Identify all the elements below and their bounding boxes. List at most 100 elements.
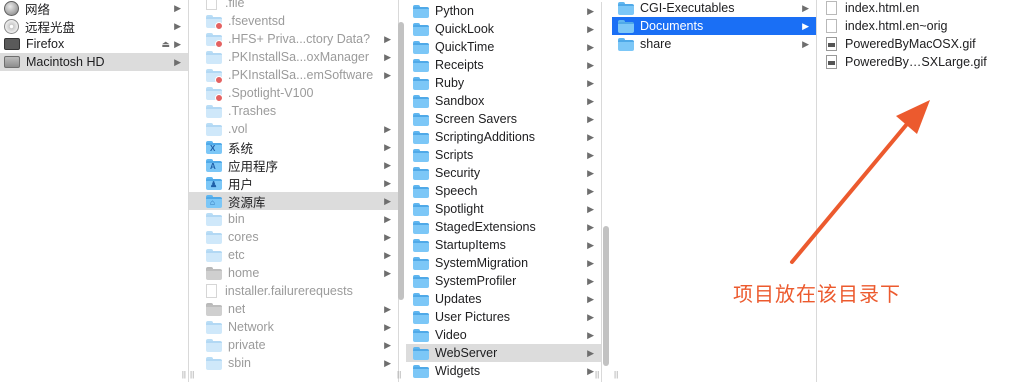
list-item-label: QuickTime xyxy=(435,40,495,54)
folder-icon xyxy=(413,58,429,72)
applications-folder-icon: A xyxy=(206,158,222,172)
folder-icon xyxy=(206,338,222,352)
sidebar-item-network[interactable]: 网络 ▶ xyxy=(0,0,188,17)
list-item-label: Ruby xyxy=(435,76,465,90)
list-item-label: installer.failurerequests xyxy=(225,284,353,298)
list-item-trashes[interactable]: .Trashes xyxy=(189,102,398,120)
chevron-right-icon: ▶ xyxy=(587,221,594,232)
list-item-label: cores xyxy=(228,230,259,244)
list-item-staged-extensions[interactable]: StagedExtensions ▶ xyxy=(406,218,601,236)
list-item-pkinstall-sandbox[interactable]: .PKInstallSa...oxManager ▶ xyxy=(189,48,398,66)
chevron-right-icon: ▶ xyxy=(384,141,391,152)
list-item-spotlight[interactable]: Spotlight ▶ xyxy=(406,200,601,218)
list-item-documents[interactable]: Documents ▶ xyxy=(612,17,816,35)
folder-icon xyxy=(413,184,429,198)
list-item-file[interactable]: .file xyxy=(189,0,398,12)
chevron-right-icon: ▶ xyxy=(174,2,181,13)
sidebar-item-label: 远程光盘 xyxy=(25,20,76,35)
list-item-system[interactable]: X 系统 ▶ xyxy=(189,138,398,156)
list-item-sandbox[interactable]: Sandbox ▶ xyxy=(406,92,601,110)
sidebar-item-remote-disc[interactable]: 远程光盘 ▶ xyxy=(0,17,188,35)
list-item-pkinstall-system[interactable]: .PKInstallSa...emSoftware ▶ xyxy=(189,66,398,84)
list-item-startup-items[interactable]: StartupItems ▶ xyxy=(406,236,601,254)
list-item-cores[interactable]: cores ▶ xyxy=(189,228,398,246)
list-item-etc[interactable]: etc ▶ xyxy=(189,246,398,264)
list-item-library[interactable]: ⌂ 资源库 ▶ xyxy=(189,192,398,210)
list-item-updates[interactable]: Updates ▶ xyxy=(406,290,601,308)
list-item-poweredby-large-gif[interactable]: PoweredBy…SXLarge.gif xyxy=(818,53,1009,71)
chevron-right-icon: ▶ xyxy=(587,185,594,196)
gif-file-icon xyxy=(826,55,837,69)
list-item-label: 用户 xyxy=(228,177,254,192)
list-item-private[interactable]: private ▶ xyxy=(189,336,398,354)
list-item-share[interactable]: share ▶ xyxy=(612,35,816,53)
list-item-spotlight[interactable]: .Spotlight-V100 xyxy=(189,84,398,102)
chevron-right-icon: ▶ xyxy=(802,2,809,13)
folder-icon xyxy=(413,202,429,216)
folder-icon xyxy=(413,292,429,306)
list-item-index-html-en-orig[interactable]: index.html.en~orig xyxy=(818,17,1009,35)
list-item-label: Security xyxy=(435,166,481,180)
chevron-right-icon: ▶ xyxy=(587,113,594,124)
list-item-index-html-en[interactable]: index.html.en xyxy=(818,0,1009,17)
library-column-scrollbar[interactable] xyxy=(603,226,609,366)
list-item-label: Documents xyxy=(640,19,704,33)
list-item-screen-savers[interactable]: Screen Savers ▶ xyxy=(406,110,601,128)
list-item-hfs-private[interactable]: .HFS+ Priva...ctory Data? ▶ xyxy=(189,30,398,48)
list-item-python[interactable]: Python ▶ xyxy=(406,2,601,20)
column-resize-handle[interactable]: || xyxy=(182,370,186,379)
list-item-ruby[interactable]: Ruby ▶ xyxy=(406,74,601,92)
list-item-installer-failurerequests[interactable]: installer.failurerequests xyxy=(189,282,398,300)
hard-drive-icon xyxy=(4,56,20,68)
list-item-scripting-additions[interactable]: ScriptingAdditions ▶ xyxy=(406,128,601,146)
list-item-label: Screen Savers xyxy=(435,112,517,126)
column-resize-handle[interactable]: || xyxy=(397,370,401,379)
list-item-network[interactable]: Network ▶ xyxy=(189,318,398,336)
list-item-video[interactable]: Video ▶ xyxy=(406,326,601,344)
chevron-right-icon: ▶ xyxy=(587,329,594,340)
list-item-user-pictures[interactable]: User Pictures ▶ xyxy=(406,308,601,326)
list-item-security[interactable]: Security ▶ xyxy=(406,164,601,182)
list-item-cgi-executables[interactable]: CGI-Executables ▶ xyxy=(612,0,816,17)
chevron-right-icon: ▶ xyxy=(802,38,809,49)
list-item-bin[interactable]: bin ▶ xyxy=(189,210,398,228)
list-item-label: PoweredBy…SXLarge.gif xyxy=(845,55,987,69)
column-resize-handle[interactable]: || xyxy=(614,370,618,379)
list-item-system-profiler[interactable]: SystemProfiler ▶ xyxy=(406,272,601,290)
list-item-home[interactable]: home ▶ xyxy=(189,264,398,282)
list-item-quicktime[interactable]: QuickTime ▶ xyxy=(406,38,601,56)
list-item-poweredbymacosx-gif[interactable]: PoweredByMacOSX.gif xyxy=(818,35,1009,53)
list-item-vol[interactable]: .vol ▶ xyxy=(189,120,398,138)
sidebar-item-macintosh-hd[interactable]: Macintosh HD ▶ xyxy=(0,53,188,71)
chevron-right-icon: ▶ xyxy=(174,20,181,31)
list-item-sbin[interactable]: sbin ▶ xyxy=(189,354,398,372)
folder-icon xyxy=(618,37,634,51)
chevron-right-icon: ▶ xyxy=(587,257,594,268)
column-resize-handle[interactable]: || xyxy=(190,370,194,379)
list-item-applications[interactable]: A 应用程序 ▶ xyxy=(189,156,398,174)
list-item-quicklook[interactable]: QuickLook ▶ xyxy=(406,20,601,38)
list-item-label: net xyxy=(228,302,246,316)
column-resize-handle[interactable]: || xyxy=(595,370,599,379)
folder-restricted-icon xyxy=(206,68,223,84)
list-item-widgets[interactable]: Widgets ▶ xyxy=(406,362,601,380)
list-item-scripts[interactable]: Scripts ▶ xyxy=(406,146,601,164)
webserver-column: CGI-Executables ▶ Documents ▶ share ▶ || xyxy=(612,0,817,382)
eject-icon[interactable]: ⏏ xyxy=(161,35,170,53)
list-item-fseventsd[interactable]: .fseventsd xyxy=(189,12,398,30)
root-column-scrollbar[interactable] xyxy=(398,22,404,300)
chevron-right-icon: ▶ xyxy=(587,59,594,70)
sidebar-item-firefox[interactable]: Firefox ⏏ ▶ xyxy=(0,35,188,53)
sidebar-item-label: Macintosh HD xyxy=(26,55,105,69)
list-item-receipts[interactable]: Receipts ▶ xyxy=(406,56,601,74)
list-item-speech[interactable]: Speech ▶ xyxy=(406,182,601,200)
list-item-label: private xyxy=(228,338,266,352)
chevron-right-icon: ▶ xyxy=(587,239,594,250)
chevron-right-icon: ▶ xyxy=(587,5,594,16)
list-item-label: ScriptingAdditions xyxy=(435,130,536,144)
library-folder-icon: ⌂ xyxy=(206,194,222,208)
list-item-users[interactable]: ♟ 用户 ▶ xyxy=(189,174,398,192)
list-item-net[interactable]: net ▶ xyxy=(189,300,398,318)
list-item-system-migration[interactable]: SystemMigration ▶ xyxy=(406,254,601,272)
list-item-webserver[interactable]: WebServer ▶ xyxy=(406,344,601,362)
